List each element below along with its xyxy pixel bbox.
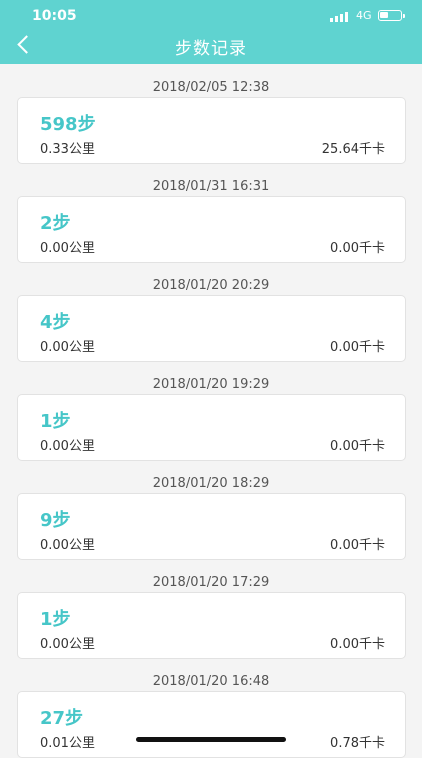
signal-icon — [330, 12, 348, 22]
record-timestamp: 2018/01/20 16:48 — [152, 674, 270, 689]
nav-bar: 步数记录 — [0, 26, 422, 64]
record-timestamp: 2018/01/31 16:31 — [152, 179, 270, 194]
record-timestamp: 2018/01/20 20:29 — [152, 278, 270, 293]
record-card[interactable]: 9步 0.00公里 0.00千卡 — [17, 493, 406, 560]
record-card[interactable]: 2步 0.00公里 0.00千卡 — [17, 196, 406, 263]
network-type: 4G — [356, 9, 372, 22]
record-steps: 1步 — [40, 411, 71, 432]
record-distance: 0.33公里 — [40, 142, 95, 157]
record-timestamp: 2018/02/05 12:38 — [152, 80, 270, 95]
record-card[interactable]: 4步 0.00公里 0.00千卡 — [17, 295, 406, 362]
record-card[interactable]: 598步 0.33公里 25.64千卡 — [17, 97, 406, 164]
record-steps: 9步 — [40, 510, 71, 531]
records-list[interactable]: 2018/02/05 12:38 598步 0.33公里 25.64千卡 201… — [0, 64, 422, 758]
record-steps: 1步 — [40, 609, 71, 630]
battery-icon — [378, 10, 405, 21]
record-timestamp: 2018/01/20 18:29 — [152, 476, 270, 491]
record-steps: 4步 — [40, 312, 71, 333]
record-calories: 0.00千卡 — [330, 340, 385, 355]
status-time: 10:05 — [32, 8, 77, 24]
record-distance: 0.01公里 — [40, 736, 95, 751]
record-item: 2018/01/20 17:29 1步 0.00公里 0.00千卡 — [0, 559, 422, 659]
record-distance: 0.00公里 — [40, 439, 95, 454]
status-bar: 10:05 4G — [0, 0, 422, 26]
record-calories: 0.00千卡 — [330, 439, 385, 454]
record-steps: 598步 — [40, 114, 96, 135]
home-indicator[interactable] — [136, 737, 286, 742]
record-card[interactable]: 1步 0.00公里 0.00千卡 — [17, 592, 406, 659]
record-calories: 0.00千卡 — [330, 637, 385, 652]
record-item: 2018/01/20 19:29 1步 0.00公里 0.00千卡 — [0, 361, 422, 461]
record-item: 2018/01/20 20:29 4步 0.00公里 0.00千卡 — [0, 262, 422, 362]
record-calories: 0.78千卡 — [330, 736, 385, 751]
record-card[interactable]: 1步 0.00公里 0.00千卡 — [17, 394, 406, 461]
record-distance: 0.00公里 — [40, 241, 95, 256]
page-title: 步数记录 — [175, 39, 247, 59]
record-distance: 0.00公里 — [40, 538, 95, 553]
record-item: 2018/01/20 18:29 9步 0.00公里 0.00千卡 — [0, 460, 422, 560]
record-timestamp: 2018/01/20 17:29 — [152, 575, 270, 590]
record-steps: 27步 — [40, 708, 84, 729]
record-item: 2018/02/05 12:38 598步 0.33公里 25.64千卡 — [0, 64, 422, 164]
record-distance: 0.00公里 — [40, 340, 95, 355]
record-calories: 0.00千卡 — [330, 241, 385, 256]
record-calories: 25.64千卡 — [321, 142, 385, 157]
record-item: 2018/01/31 16:31 2步 0.00公里 0.00千卡 — [0, 163, 422, 263]
record-calories: 0.00千卡 — [330, 538, 385, 553]
record-item: 2018/01/20 16:48 27步 0.01公里 0.78千卡 — [0, 658, 422, 758]
record-steps: 2步 — [40, 213, 71, 234]
record-card[interactable]: 27步 0.01公里 0.78千卡 — [17, 691, 406, 758]
record-distance: 0.00公里 — [40, 637, 95, 652]
record-timestamp: 2018/01/20 19:29 — [152, 377, 270, 392]
